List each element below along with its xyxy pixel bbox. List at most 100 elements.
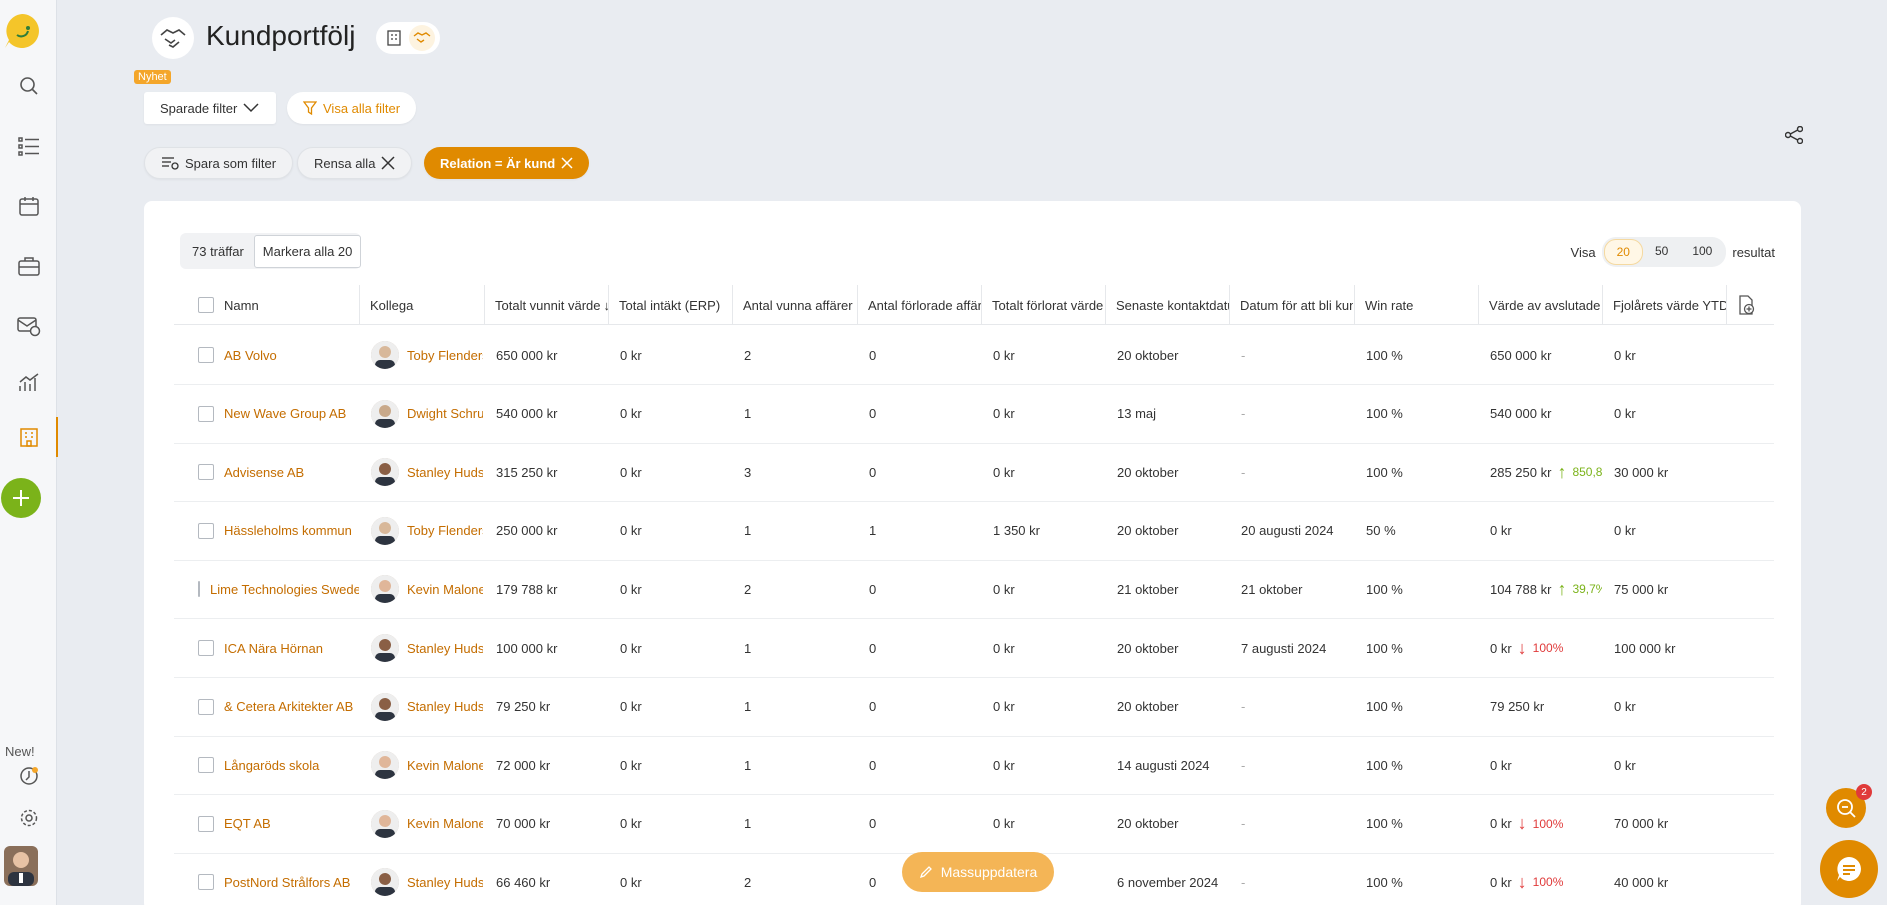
table-row[interactable]: Advisense AB Stanley Hudson 315 250 kr 0 … <box>174 443 1774 503</box>
user-avatar[interactable] <box>4 846 38 886</box>
company-link[interactable]: EQT AB <box>224 816 271 831</box>
view-toggle[interactable] <box>376 22 440 54</box>
row-checkbox[interactable] <box>198 757 214 774</box>
calendar-icon[interactable] <box>0 186 57 226</box>
colleague[interactable]: Toby Flenderson <box>371 516 483 545</box>
erp-cell: 0 kr <box>620 699 642 715</box>
name-cell: New Wave Group AB <box>174 385 359 443</box>
add-column-button[interactable] <box>1726 285 1774 325</box>
mass-update-button[interactable]: Massuppdatera <box>902 852 1054 892</box>
colleague[interactable]: Kevin Malone <box>371 575 483 604</box>
building-icon[interactable] <box>381 25 407 51</box>
won-count-cell: 2 <box>744 581 752 597</box>
column-lost-value[interactable]: Totalt förlorat värde <box>981 285 1105 325</box>
select-all-button[interactable]: Markera alla 20 <box>253 234 362 268</box>
column-last-year[interactable]: Fjolårets värde YTD <box>1602 285 1726 325</box>
column-won-count[interactable]: Antal vunna affärer <box>732 285 856 325</box>
conversations-button[interactable]: 2 <box>1826 784 1872 828</box>
colleague-name: Stanley Hudson <box>407 699 483 715</box>
company-link[interactable]: Lime Technologies Sweden <box>210 582 359 597</box>
lost-value-cell: 0 kr <box>993 699 1015 715</box>
name-cell: AB Volvo <box>174 326 359 384</box>
row-checkbox[interactable] <box>198 464 214 481</box>
colleague[interactable]: Dwight Schrute <box>371 399 483 428</box>
name-cell: Hässleholms kommun <box>174 502 359 560</box>
erp-cell: 0 kr <box>620 757 642 773</box>
column-name[interactable]: Namn <box>174 285 354 325</box>
column-lost-count[interactable]: Antal förlorade affärer <box>857 285 981 325</box>
whats-new-icon[interactable] <box>0 756 57 796</box>
company-link[interactable]: Långaröds skola <box>224 758 319 773</box>
column-customer-date[interactable]: Datum för att bli kund <box>1229 285 1353 325</box>
column-colleague[interactable]: Kollega <box>359 285 483 325</box>
column-total-revenue[interactable]: Total intäkt (ERP) <box>608 285 732 325</box>
colleague[interactable]: Stanley Hudson <box>371 868 483 897</box>
company-link[interactable]: & Cetera Arkitekter AB <box>224 699 353 714</box>
row-checkbox[interactable] <box>198 405 214 422</box>
table-row[interactable]: ICA Nära Hörnan Stanley Hudson 100 000 k… <box>174 619 1774 678</box>
colleague[interactable]: Stanley Hudson <box>371 634 483 662</box>
avatar <box>371 575 399 604</box>
table-row[interactable]: & Cetera Arkitekter AB Stanley Hudson 79… <box>174 678 1774 737</box>
table-row[interactable]: Hässleholms kommun Toby Flenderson 250 0… <box>174 502 1774 561</box>
last-year-cell: 30 000 kr <box>1614 464 1669 480</box>
colleague-cell: Toby Flenderson <box>359 326 483 384</box>
colleague[interactable]: Toby Flenderson <box>371 341 483 369</box>
row-checkbox[interactable] <box>198 698 214 715</box>
share-icon[interactable] <box>1784 125 1804 147</box>
company-link[interactable]: AB Volvo <box>224 348 277 363</box>
company-link[interactable]: ICA Nära Hörnan <box>224 641 323 656</box>
show-all-filters-button[interactable]: Visa alla filter <box>287 92 417 124</box>
table-row[interactable]: New Wave Group AB Dwight Schrute 540 000… <box>174 385 1774 444</box>
page-size-20[interactable]: 20 <box>1603 239 1643 265</box>
page-size-50[interactable]: 50 <box>1643 239 1680 265</box>
remove-filter-icon[interactable] <box>561 157 573 169</box>
lost-count-cell: 0 <box>869 581 877 597</box>
app-logo[interactable] <box>3 12 41 50</box>
table-row[interactable]: Lime Technologies Sweden Kevin Malone 17… <box>174 560 1774 620</box>
row-checkbox[interactable] <box>198 347 214 363</box>
company-link[interactable]: PostNord Strålfors AB <box>224 875 350 890</box>
mail-icon[interactable] <box>0 306 57 346</box>
row-checkbox[interactable] <box>198 815 214 832</box>
colleague[interactable]: Kevin Malone <box>371 751 483 780</box>
company-link[interactable]: New Wave Group AB <box>224 406 346 421</box>
arrow-down-icon: ↓ <box>1517 813 1527 834</box>
gear-icon[interactable] <box>0 798 57 838</box>
saved-filters-dropdown[interactable]: Sparade filter <box>144 92 276 124</box>
table-row[interactable]: AB Volvo Toby Flenderson 650 000 kr 0 kr 2… <box>174 326 1774 385</box>
name-cell: ICA Nära Hörnan <box>174 619 359 677</box>
row-checkbox[interactable] <box>198 640 214 656</box>
trend-value: 850,8 <box>1572 465 1602 480</box>
row-checkbox[interactable] <box>198 522 214 539</box>
clear-all-button[interactable]: Rensa alla <box>297 147 413 179</box>
list-icon[interactable] <box>0 126 57 166</box>
row-checkbox[interactable] <box>198 874 214 891</box>
select-all-checkbox[interactable] <box>198 297 214 313</box>
lost-value-cell: 0 kr <box>993 347 1015 363</box>
save-as-filter-button[interactable]: Spara som filter <box>144 147 294 179</box>
add-icon[interactable] <box>1 478 41 518</box>
table-row[interactable]: EQT AB Kevin Malone 70 000 kr 0 kr 1 0 0 kr 2… <box>174 795 1774 854</box>
customer-portfolio-icon[interactable] <box>0 417 58 457</box>
chart-icon[interactable] <box>0 362 57 402</box>
company-link[interactable]: Hässleholms kommun <box>224 523 352 538</box>
column-closed-value[interactable]: Värde av avslutade affärer <box>1478 285 1602 325</box>
colleague[interactable]: Stanley Hudson <box>371 458 483 487</box>
chat-button[interactable] <box>1820 840 1878 898</box>
company-link[interactable]: Advisense AB <box>224 465 304 480</box>
row-checkbox[interactable] <box>198 581 200 598</box>
search-icon[interactable] <box>0 66 57 106</box>
column-total-won[interactable]: Totalt vunnit värde↓ <box>484 285 608 325</box>
handshake-view-icon[interactable] <box>409 25 435 51</box>
colleague[interactable]: Stanley Hudson <box>371 692 483 721</box>
column-last-contact[interactable]: Senaste kontaktdatum <box>1105 285 1229 325</box>
briefcase-icon[interactable] <box>0 246 57 286</box>
column-label: Kollega <box>370 297 414 313</box>
table-row[interactable]: Långaröds skola Kevin Malone 72 000 kr 0 … <box>174 736 1774 796</box>
save-as-filter-label: Spara som filter <box>185 155 277 171</box>
colleague[interactable]: Kevin Malone <box>371 809 483 838</box>
page-size-100[interactable]: 100 <box>1680 239 1724 265</box>
active-filter-chip[interactable]: Relation = Är kund <box>424 147 590 179</box>
column-win-rate[interactable]: Win rate <box>1354 285 1478 325</box>
